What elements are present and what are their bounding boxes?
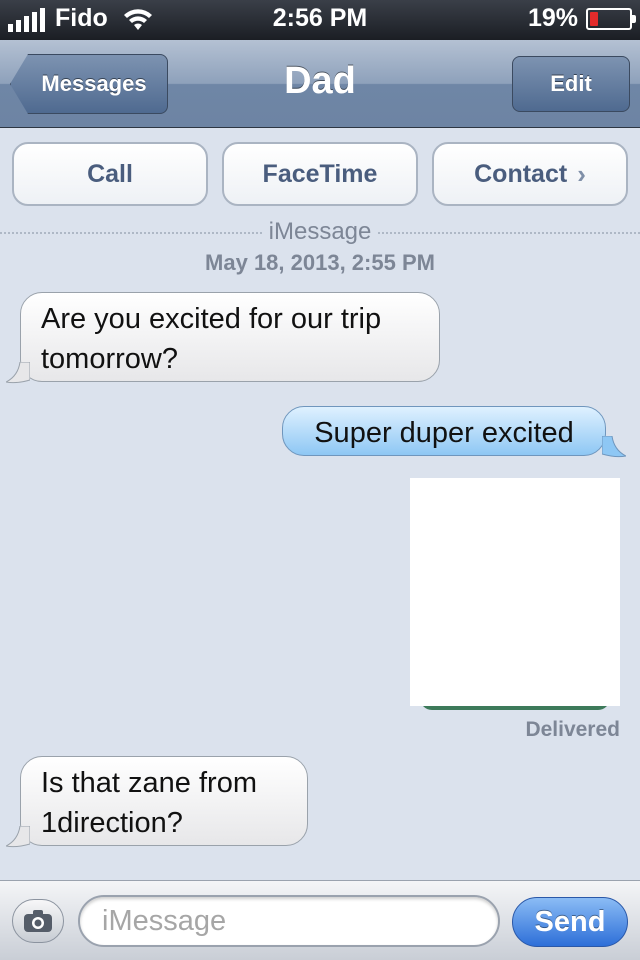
contact-button[interactable]: Contact › <box>432 142 628 206</box>
message-text: Is that zane from 1direction? <box>41 767 257 839</box>
battery-icon <box>586 7 636 30</box>
facetime-button[interactable]: FaceTime <box>222 142 418 206</box>
image-attachment[interactable] <box>410 478 620 706</box>
contact-button-label: Contact <box>474 159 568 188</box>
facetime-button-label: FaceTime <box>262 159 378 188</box>
outgoing-message-bubble[interactable]: Super duper excited <box>282 406 606 456</box>
conversation-timestamp: May 18, 2013, 2:55 PM <box>205 250 435 275</box>
send-button[interactable]: Send <box>512 897 628 947</box>
bubble-tail-icon <box>6 362 30 384</box>
battery-percent: 19% <box>527 4 578 32</box>
service-label: iMessage <box>268 218 372 245</box>
camera-button[interactable] <box>12 899 64 943</box>
message-text: Are you excited for our trip tomorrow? <box>41 303 382 375</box>
incoming-message-bubble[interactable]: Is that zane from 1direction? <box>20 756 308 846</box>
edit-button[interactable]: Edit <box>512 56 630 112</box>
status-right: 19% <box>527 4 636 33</box>
call-button-label: Call <box>87 159 133 188</box>
message-text: Super duper excited <box>314 417 574 449</box>
delivered-status: Delivered <box>525 718 620 741</box>
navigation-bar: Messages Dad Edit <box>0 40 640 128</box>
bubble-tail-icon <box>602 436 626 458</box>
status-bar: Fido 2:56 PM 19% <box>0 0 640 40</box>
battery-level-fill <box>590 11 598 26</box>
camera-icon <box>24 910 52 932</box>
chevron-right-icon: › <box>577 158 586 189</box>
message-input[interactable] <box>78 895 500 947</box>
incoming-message-bubble[interactable]: Are you excited for our trip tomorrow? <box>20 292 440 382</box>
call-button[interactable]: Call <box>12 142 208 206</box>
bubble-tail-icon <box>6 826 30 848</box>
message-composer: Send <box>0 880 640 960</box>
